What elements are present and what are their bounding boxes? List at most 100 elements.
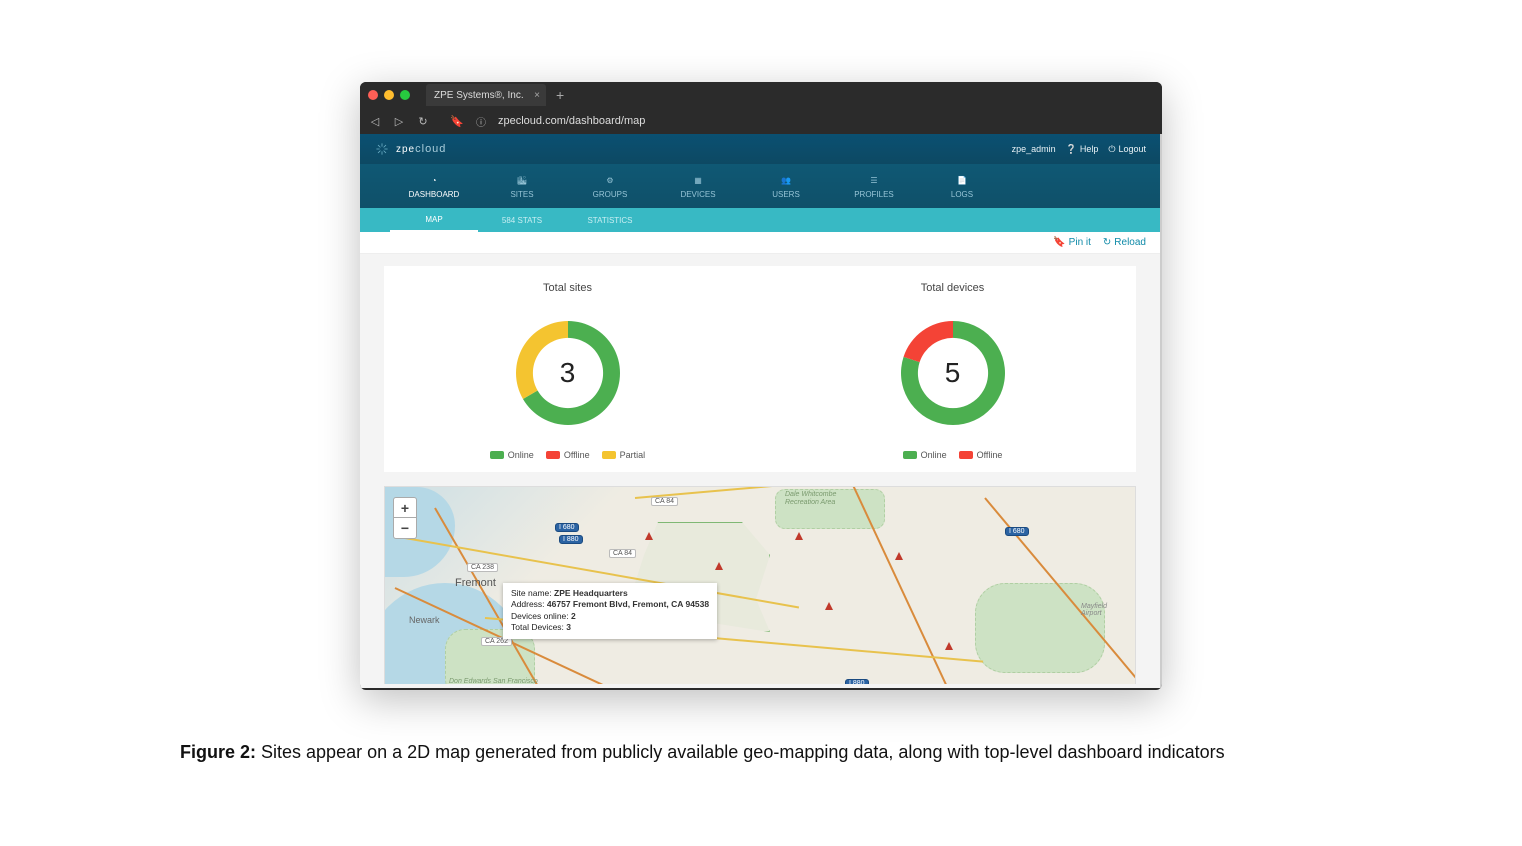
nav-icon: 👥 [779,173,793,187]
figure-caption: Figure 2: Sites appear on a 2D map gener… [180,742,1342,763]
nav-item-devices[interactable]: ▦DEVICES [654,164,742,208]
app-logo[interactable]: zpecloud [374,141,446,157]
map-park-label: Dale Whitcombe Recreation Area [785,491,865,506]
nav-icon: 🏙 [515,173,529,187]
nav-item-profiles[interactable]: ☰PROFILES [830,164,918,208]
tab-close-icon[interactable]: × [534,90,540,101]
map-zoom-control: + − [393,497,417,539]
legend-item: Offline [959,450,1003,460]
logout-link[interactable]: ⏻ Logout [1108,144,1146,155]
subnav-item-statistics[interactable]: STATISTICS [566,208,654,232]
map-site-marker[interactable] [895,547,903,555]
legend-swatch [903,451,917,459]
legend-swatch [959,451,973,459]
window-controls [368,90,410,100]
nav-item-dashboard[interactable]: ◔DASHBOARD [390,164,478,208]
power-icon: ⏻ [1108,144,1115,155]
legend-swatch [546,451,560,459]
browser-window: ZPE Systems®, Inc. × + ◁ ▷ ↻ 🔖 ⓘ zpeclou… [360,82,1162,690]
nav-item-sites[interactable]: 🏙SITES [478,164,566,208]
map-route-shield: I 880 [559,535,583,544]
current-user: zpe_admin [1012,144,1056,154]
devices-total-value: 5 [888,308,1018,438]
map-site-marker[interactable] [645,527,653,535]
map-site-marker[interactable] [795,527,803,535]
browser-chrome: ZPE Systems®, Inc. × + ◁ ▷ ↻ 🔖 ⓘ zpeclou… [360,82,1162,134]
legend-item: Partial [602,450,646,460]
browser-tab-row: ZPE Systems®, Inc. × + [360,82,1162,108]
nav-item-groups[interactable]: ⚙GROUPS [566,164,654,208]
map-route-shield: I 680 [1005,527,1029,536]
nav-icon: ◔ [427,173,441,187]
content-area: Total sites 3 Online Offline Partial Total… [360,254,1160,684]
tab-title: ZPE Systems®, Inc. [434,90,524,101]
pin-button[interactable]: 🔖 Pin it [1053,237,1091,248]
nav-item-users[interactable]: 👥USERS [742,164,830,208]
map-route-shield: I 880 [845,679,869,684]
legend-item: Online [903,450,947,460]
card-title: Total sites [543,282,592,294]
map-city-label: Fremont [455,577,496,589]
browser-back-icon[interactable]: ◁ [368,115,382,128]
help-link[interactable]: ❔ Help [1066,144,1099,155]
map-zoom-out[interactable]: − [394,518,416,538]
map-route-shield: CA 84 [609,549,636,558]
nav-icon: ▦ [691,173,705,187]
page-toolbar: 🔖 Pin it ↻ Reload [360,232,1160,254]
summary-cards: Total sites 3 Online Offline Partial Total… [384,266,1136,472]
pin-icon: 🔖 [1053,237,1065,248]
sub-nav: MAP584 STATSSTATISTICS [360,208,1160,232]
subnav-item-map[interactable]: MAP [390,208,478,232]
scrollbar[interactable] [1160,134,1162,688]
browser-tab[interactable]: ZPE Systems®, Inc. × [426,84,546,106]
help-icon: ❔ [1066,144,1077,155]
nav-icon: 📄 [955,173,969,187]
logo-icon [374,141,390,157]
map-city-label: Newark [409,615,440,625]
sites-total-value: 3 [503,308,633,438]
map-route-shield: CA 238 [467,563,498,572]
map-route-shield: I 680 [555,523,579,532]
header-right: zpe_admin ❔ Help ⏻ Logout [1012,144,1146,155]
map-panel[interactable]: Fremont Newark Don Edwards San Francisco… [384,486,1136,684]
new-tab-button[interactable]: + [552,87,568,103]
map-park-label: Don Edwards San Francisco Bay National W… [449,678,539,684]
reload-icon: ↻ [1103,237,1111,248]
app-viewport: zpecloud zpe_admin ❔ Help ⏻ Logout ◔DASH… [360,134,1160,688]
legend-swatch [602,451,616,459]
site-info-icon[interactable]: ⓘ [474,114,488,129]
legend-swatch [490,451,504,459]
total-sites-card: Total sites 3 Online Offline Partial [384,266,751,472]
address-bar[interactable]: zpecloud.com/dashboard/map [498,115,645,127]
devices-legend: Online Offline [903,450,1003,460]
browser-reload-icon[interactable]: ↻ [416,115,430,128]
main-nav: ◔DASHBOARD🏙SITES⚙GROUPS▦DEVICES👥USERS☰PR… [360,164,1160,208]
legend-item: Offline [546,450,590,460]
total-devices-card: Total devices 5 Online Offline [769,266,1136,472]
reload-button[interactable]: ↻ Reload [1103,237,1146,248]
app-header: zpecloud zpe_admin ❔ Help ⏻ Logout [360,134,1160,164]
map-site-marker[interactable] [825,597,833,605]
window-close-icon[interactable] [368,90,378,100]
legend-item: Online [490,450,534,460]
map-airport-label: Mayfield Airport [1081,603,1125,617]
map-route-shield: CA 84 [651,497,678,506]
nav-icon: ⚙ [603,173,617,187]
map-site-marker[interactable] [945,637,953,645]
sites-donut-chart: 3 [503,308,633,438]
browser-toolbar: ◁ ▷ ↻ 🔖 ⓘ zpecloud.com/dashboard/map [360,108,1162,134]
devices-donut-chart: 5 [888,308,1018,438]
browser-bookmark-icon[interactable]: 🔖 [450,115,464,128]
window-minimize-icon[interactable] [384,90,394,100]
window-maximize-icon[interactable] [400,90,410,100]
map-tooltip: Site name: ZPE Headquarters Address: 467… [503,583,717,639]
nav-item-logs[interactable]: 📄LOGS [918,164,1006,208]
card-title: Total devices [921,282,985,294]
map-zoom-in[interactable]: + [394,498,416,518]
map-site-marker[interactable] [715,557,723,565]
subnav-item-584-stats[interactable]: 584 STATS [478,208,566,232]
sites-legend: Online Offline Partial [490,450,645,460]
browser-forward-icon[interactable]: ▷ [392,115,406,128]
nav-icon: ☰ [867,173,881,187]
logo-text: zpecloud [396,143,446,155]
